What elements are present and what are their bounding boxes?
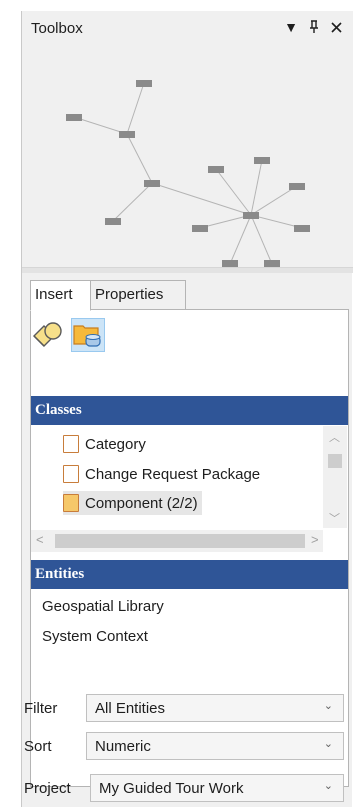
scrollbar-thumb[interactable]	[55, 534, 305, 548]
list-item[interactable]: Change Request Package	[63, 462, 264, 486]
chevron-down-icon: ⌄	[323, 738, 333, 750]
diagram-node[interactable]	[243, 212, 259, 219]
sort-value: Numeric	[95, 738, 151, 755]
class-item-label: Component (2/2)	[85, 494, 198, 512]
folder-filled-icon	[63, 494, 79, 512]
sort-row: Sort Numeric ⌄	[24, 732, 344, 760]
diagram-overview[interactable]	[22, 45, 353, 267]
diagram-node[interactable]	[254, 157, 270, 164]
scroll-left-icon[interactable]: <	[36, 532, 44, 547]
entities-header: Entities	[31, 560, 348, 589]
diagram-node[interactable]	[192, 225, 208, 232]
diagram-node[interactable]	[264, 260, 280, 267]
sort-label: Sort	[24, 738, 52, 755]
toolbox-title-bar: Toolbox ▼	[22, 11, 353, 45]
scroll-right-icon[interactable]: >	[311, 532, 319, 547]
dropdown-icon[interactable]: ▼	[282, 17, 300, 37]
toolbox-title: Toolbox	[31, 20, 83, 37]
class-item-label: Category	[85, 435, 146, 453]
scroll-up-icon[interactable]: ︿	[329, 429, 340, 445]
diagram-node[interactable]	[294, 225, 310, 232]
filter-label: Filter	[24, 700, 58, 717]
sort-dropdown[interactable]: Numeric ⌄	[86, 732, 344, 760]
project-label: Project	[24, 780, 71, 797]
diagram-node[interactable]	[208, 166, 224, 173]
classes-list: Category Change Request Package Componen…	[31, 426, 348, 553]
diagram-node[interactable]	[119, 131, 135, 138]
project-row: Project My Guided Tour Work ⌄	[24, 774, 344, 802]
project-value: My Guided Tour Work	[99, 780, 244, 797]
toolbox-panel: Toolbox ▼ Insert Properties Classes Cate…	[21, 11, 353, 807]
diagram-node[interactable]	[136, 80, 152, 87]
scroll-down-icon[interactable]: ﹀	[329, 510, 340, 526]
classes-horizontal-scrollbar[interactable]: < >	[31, 530, 323, 552]
diagram-node[interactable]	[105, 218, 121, 225]
diagram-node[interactable]	[222, 260, 238, 267]
pin-icon[interactable]	[305, 17, 323, 37]
project-dropdown[interactable]: My Guided Tour Work ⌄	[90, 774, 344, 802]
shape-tool-icon[interactable]	[31, 318, 65, 352]
chevron-down-icon: ⌄	[323, 700, 333, 712]
class-item-label: Change Request Package	[85, 465, 261, 483]
classes-vertical-scrollbar[interactable]: ︿ ﹀	[323, 426, 347, 528]
classes-header: Classes	[31, 396, 348, 425]
diagram-node[interactable]	[66, 114, 82, 121]
filter-value: All Entities	[95, 700, 166, 717]
folder-outline-icon	[63, 435, 79, 453]
scrollbar-thumb[interactable]	[328, 454, 342, 468]
entities-list: Geospatial Library System Context	[31, 590, 348, 676]
close-icon[interactable]	[327, 17, 345, 37]
folder-outline-icon	[63, 465, 79, 483]
folder-package-tool-icon[interactable]	[71, 318, 105, 352]
list-item[interactable]: Geospatial Library	[42, 598, 164, 615]
filter-row: Filter All Entities ⌄	[24, 694, 344, 722]
list-item[interactable]: Category	[63, 432, 150, 456]
list-item[interactable]: Component (2/2)	[63, 491, 202, 515]
diagram-node[interactable]	[144, 180, 160, 187]
diagram-node[interactable]	[289, 183, 305, 190]
tab-properties[interactable]: Properties	[90, 280, 186, 310]
panel-splitter[interactable]	[22, 267, 353, 273]
chevron-down-icon: ⌄	[323, 780, 333, 792]
tab-insert[interactable]: Insert	[30, 280, 91, 311]
filter-dropdown[interactable]: All Entities ⌄	[86, 694, 344, 722]
list-item[interactable]: System Context	[42, 628, 148, 645]
